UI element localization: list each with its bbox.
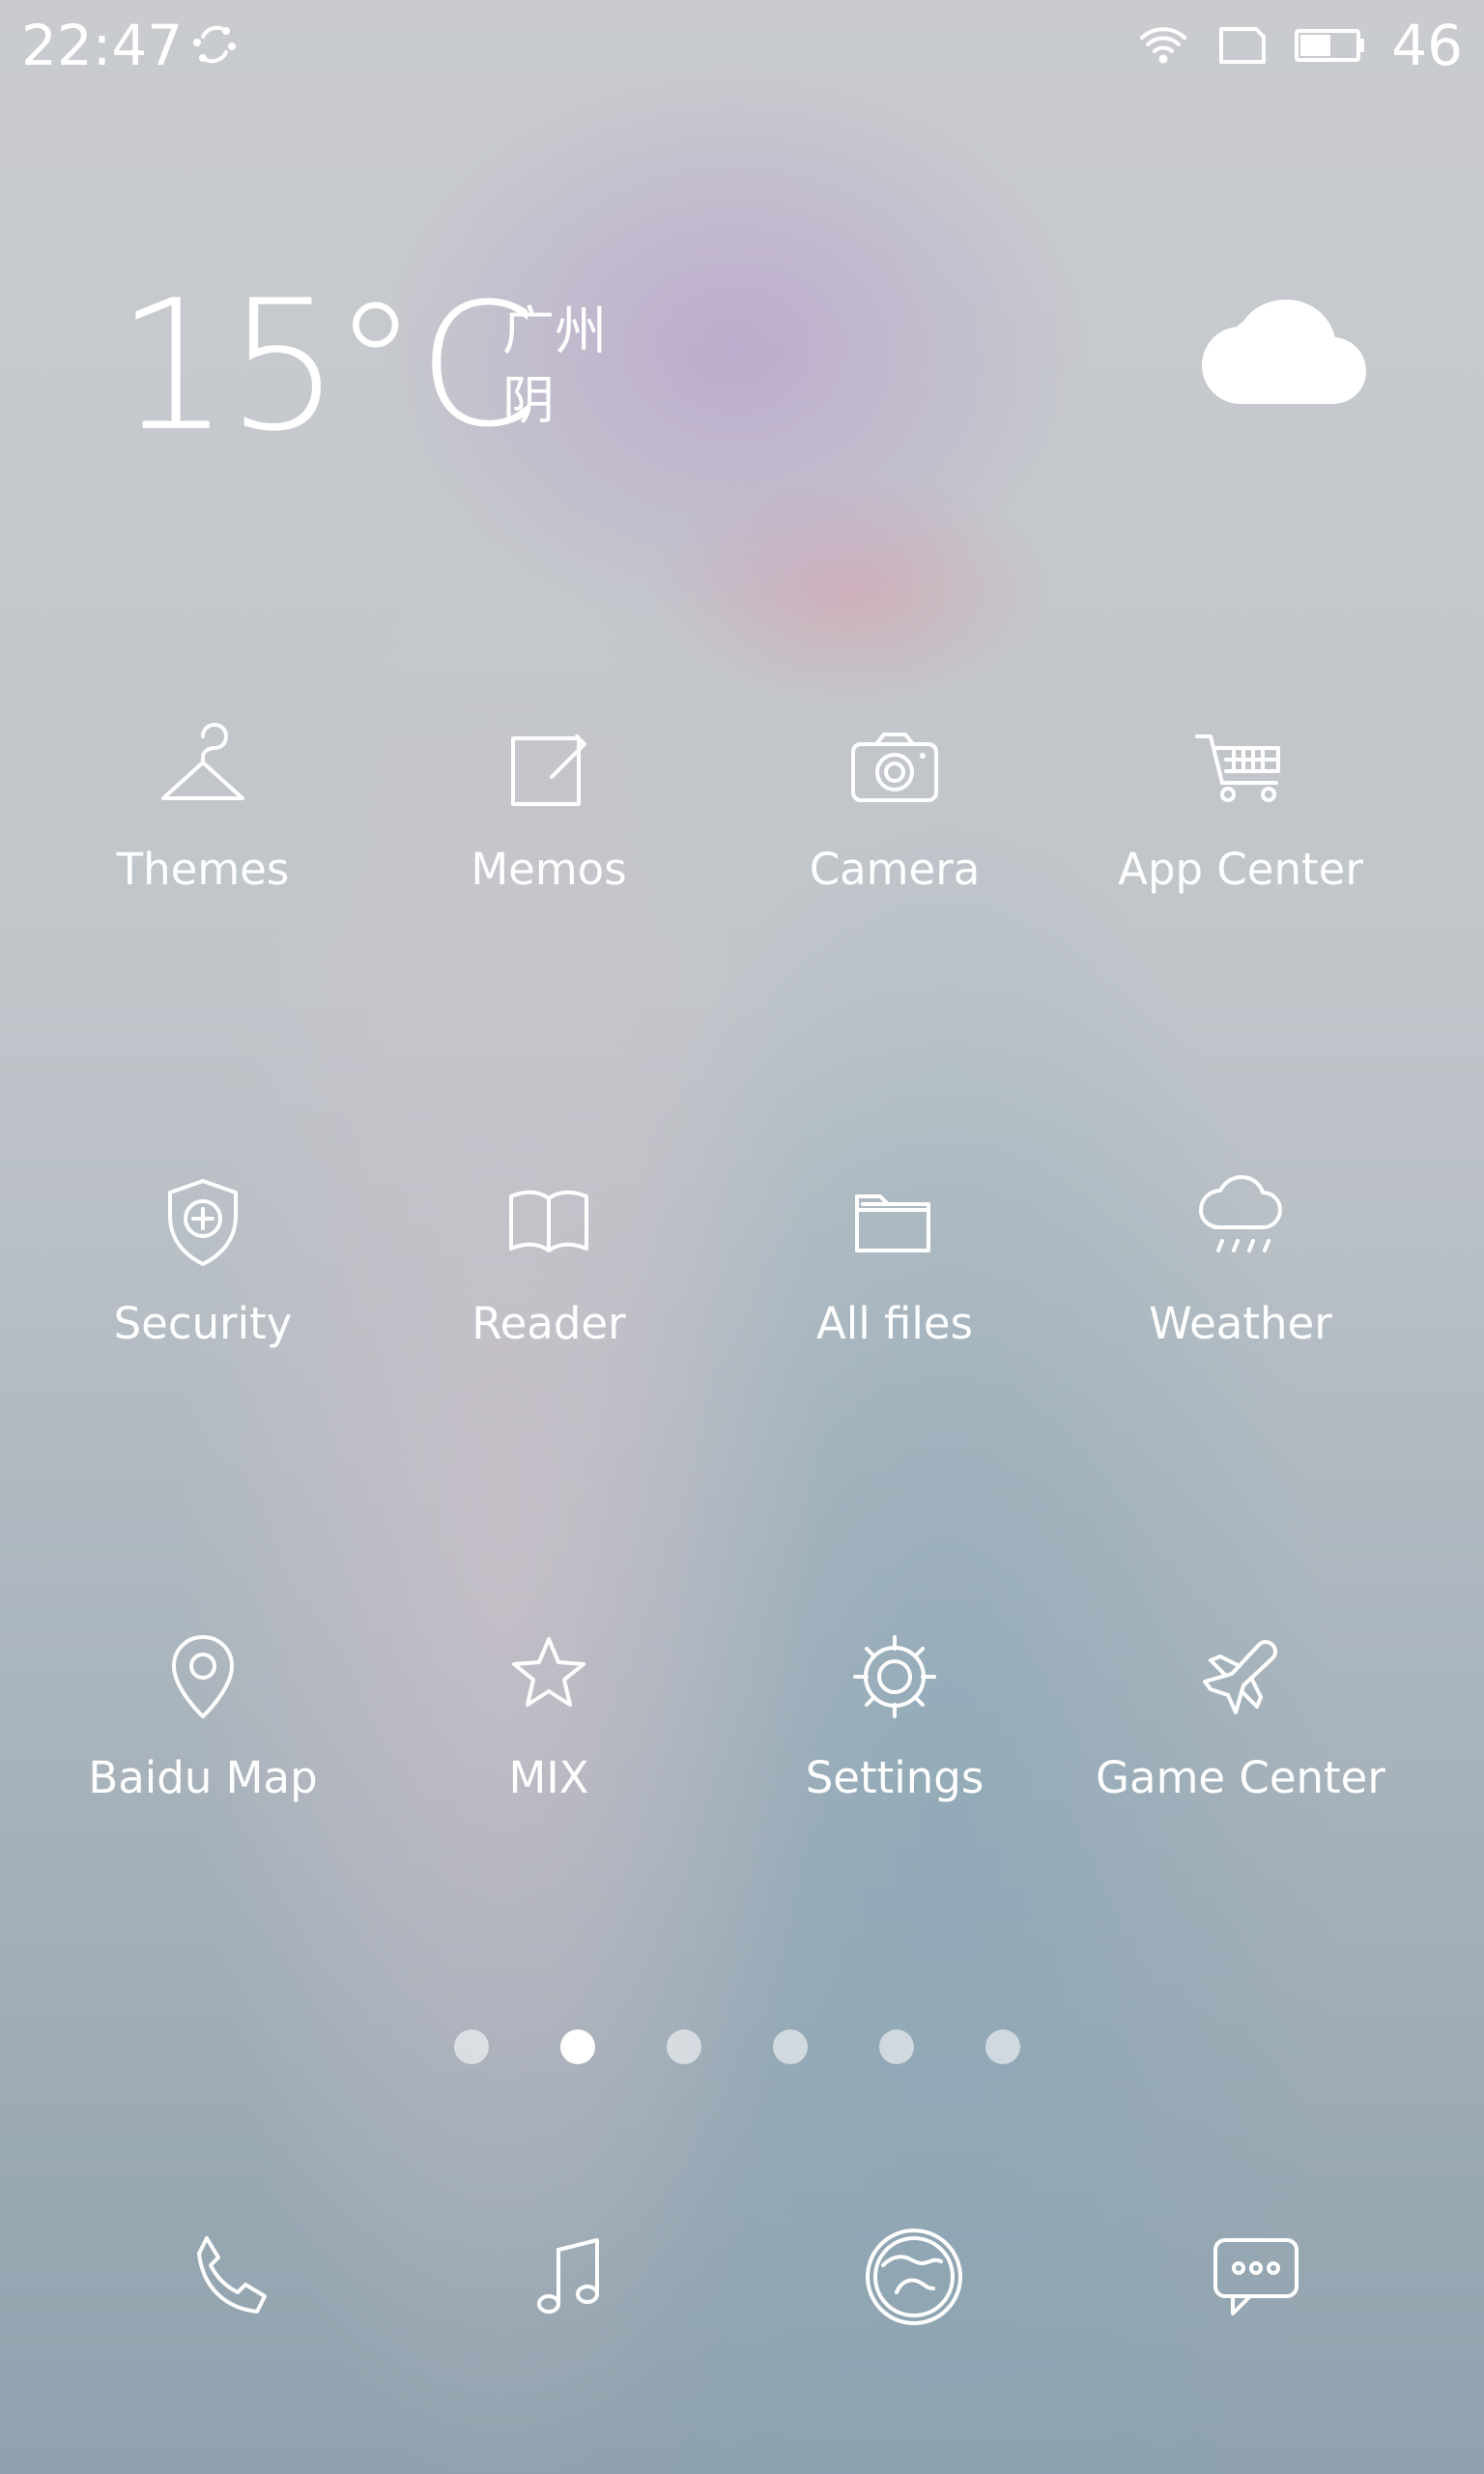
page-dot-6[interactable] bbox=[985, 2029, 1020, 2064]
weather-icon bbox=[1199, 1175, 1282, 1252]
city-name: 广州 bbox=[502, 301, 607, 361]
status-bar: 22:47 46 bbox=[0, 0, 1484, 93]
page-dot-2[interactable] bbox=[560, 2029, 595, 2064]
music-icon bbox=[537, 2238, 599, 2314]
app-weather[interactable]: Weather bbox=[1086, 1169, 1395, 1421]
app-themes[interactable]: Themes bbox=[48, 715, 357, 966]
hanger-icon bbox=[161, 723, 244, 800]
sync-icon bbox=[193, 25, 236, 64]
dock-browser[interactable] bbox=[856, 2219, 972, 2335]
app-settings[interactable]: Settings bbox=[740, 1624, 1049, 1875]
wifi-icon bbox=[1140, 27, 1187, 64]
app-reader[interactable]: Reader bbox=[394, 1169, 703, 1421]
app-label-reader: Reader bbox=[471, 1298, 626, 1349]
battery-level: 46 bbox=[1391, 13, 1463, 78]
app-label-mix: MIX bbox=[508, 1752, 589, 1803]
map-pin-icon bbox=[172, 1635, 234, 1718]
app-label-game-center: Game Center bbox=[1096, 1752, 1385, 1803]
app-label-camera: Camera bbox=[809, 844, 981, 895]
app-memos[interactable]: Memos bbox=[394, 715, 703, 966]
airplane-icon bbox=[1203, 1640, 1277, 1714]
shield-icon bbox=[168, 1179, 238, 1266]
app-label-settings: Settings bbox=[805, 1752, 985, 1803]
status-icons: 46 bbox=[1136, 12, 1463, 79]
temperature-value: 15 bbox=[116, 261, 341, 471]
app-camera[interactable]: Camera bbox=[740, 715, 1049, 966]
app-baidu-map[interactable]: Baidu Map bbox=[48, 1624, 357, 1875]
dock-phone[interactable] bbox=[174, 2219, 290, 2335]
messages-icon bbox=[1213, 2238, 1298, 2316]
app-app-center[interactable]: App Center bbox=[1086, 715, 1395, 966]
weather-condition: 阴 bbox=[502, 370, 555, 431]
weather-widget[interactable]: 15 °C 广州 阴 bbox=[116, 276, 1372, 489]
app-label-app-center: App Center bbox=[1118, 844, 1363, 895]
dock-messages[interactable] bbox=[1198, 2219, 1314, 2335]
app-label-all-files: All files bbox=[815, 1298, 974, 1349]
temperature-group: 15 °C bbox=[116, 276, 537, 456]
battery-icon bbox=[1295, 29, 1365, 62]
app-label-baidu-map: Baidu Map bbox=[88, 1752, 318, 1803]
dock bbox=[0, 2219, 1484, 2364]
app-label-security: Security bbox=[113, 1298, 293, 1349]
camera-icon bbox=[851, 733, 938, 802]
app-game-center[interactable]: Game Center bbox=[1086, 1624, 1395, 1875]
weather-location-block: 广州 阴 bbox=[502, 302, 607, 431]
app-mix[interactable]: MIX bbox=[394, 1624, 703, 1875]
app-label-themes: Themes bbox=[116, 844, 290, 895]
gear-icon bbox=[853, 1635, 936, 1718]
page-dot-1[interactable] bbox=[454, 2029, 489, 2064]
app-all-files[interactable]: All files bbox=[740, 1169, 1049, 1421]
sim-card-icon bbox=[1219, 27, 1267, 64]
book-icon bbox=[509, 1190, 588, 1252]
star-icon bbox=[512, 1637, 585, 1707]
cloud-icon bbox=[1202, 300, 1366, 404]
page-dot-3[interactable] bbox=[667, 2029, 701, 2064]
shopping-cart-icon bbox=[1195, 734, 1280, 802]
app-label-memos: Memos bbox=[471, 844, 627, 895]
app-grid: Themes Memos Camera App Center Security … bbox=[39, 715, 1445, 1913]
edit-icon bbox=[511, 734, 586, 806]
status-time: 22:47 bbox=[21, 13, 184, 78]
dock-music[interactable] bbox=[512, 2219, 628, 2335]
page-dot-5[interactable] bbox=[879, 2029, 914, 2064]
page-indicator bbox=[454, 2028, 1034, 2066]
browser-icon bbox=[866, 2229, 962, 2325]
phone-icon bbox=[197, 2236, 267, 2314]
folder-icon bbox=[855, 1194, 930, 1252]
app-label-weather: Weather bbox=[1149, 1298, 1332, 1349]
app-security[interactable]: Security bbox=[48, 1169, 357, 1421]
page-dot-4[interactable] bbox=[773, 2029, 808, 2064]
